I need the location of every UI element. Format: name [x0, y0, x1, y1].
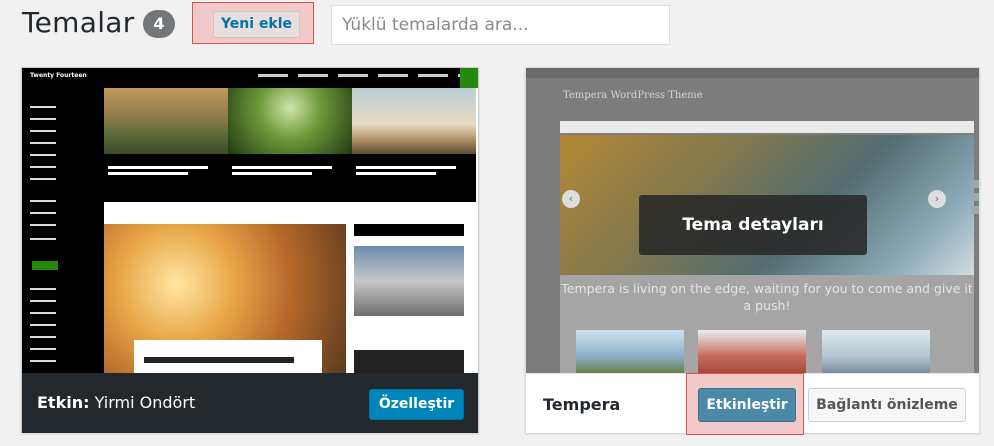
tp-thumbnail-2 [698, 330, 806, 373]
tf-caption-1 [104, 154, 228, 202]
tf-site-title: Twenty Fourteen [30, 72, 87, 79]
tf-videos-header [354, 224, 464, 236]
live-preview-button[interactable]: Bağlantı önizleme [808, 388, 966, 422]
tp-thumbnail-3 [822, 330, 930, 373]
tp-side-dots [971, 180, 979, 216]
tf-caption-2 [228, 154, 352, 202]
tf-featured-image-2 [228, 88, 352, 154]
tf-featured-image-3 [352, 88, 476, 154]
page-title: Temalar [22, 6, 135, 39]
theme-card-tempera[interactable]: Tempera WordPress Theme ‹ › Tempera is l… [525, 67, 980, 435]
theme-screenshot-twenty-fourteen[interactable]: Twenty Fourteen [22, 68, 478, 373]
theme-name: Yirmi Ondört [94, 393, 196, 412]
theme-search-input[interactable] [331, 5, 670, 45]
theme-name: Tempera [543, 395, 621, 414]
tf-caption-3 [352, 154, 476, 202]
tf-sidebar [22, 88, 104, 373]
theme-card-footer: Tempera Etkinleştir Bağlantı önizleme [526, 373, 979, 435]
tp-tagline: Tempera is living on the edge, waiting f… [561, 281, 973, 313]
tf-video-thumb-2 [354, 350, 464, 373]
theme-card-active[interactable]: Twenty Fourteen Etkin: Yirmi Ondört Özel… [21, 67, 479, 433]
tp-top-bar [526, 68, 979, 78]
tp-menu-bar [560, 121, 974, 133]
tf-featured-image-1 [104, 88, 228, 154]
slider-prev-icon: ‹ [562, 190, 580, 208]
tf-nav-links [258, 74, 478, 77]
theme-details-overlay[interactable]: Tema detayları [639, 195, 867, 255]
active-status-label: Etkin: [37, 393, 90, 412]
theme-screenshot-tempera[interactable]: Tempera WordPress Theme ‹ › Tempera is l… [526, 68, 979, 373]
tf-hero-caption [134, 340, 322, 373]
active-theme-name: Etkin: Yirmi Ondört [37, 393, 195, 412]
theme-card-footer: Etkin: Yirmi Ondört Özelleştir [22, 373, 478, 433]
slider-next-icon: › [928, 190, 946, 208]
tf-video-thumb-1 [354, 246, 464, 316]
tp-thumbnail-1 [576, 330, 684, 373]
tp-site-title: Tempera WordPress Theme [563, 90, 703, 101]
add-new-button[interactable]: Yeni ekle [213, 11, 300, 38]
tf-search-icon [460, 68, 478, 88]
theme-count-badge: 4 [143, 10, 175, 38]
activate-button[interactable]: Etkinleştir [698, 388, 796, 422]
customize-button[interactable]: Özelleştir [369, 389, 464, 420]
tf-header-bar [22, 68, 478, 88]
